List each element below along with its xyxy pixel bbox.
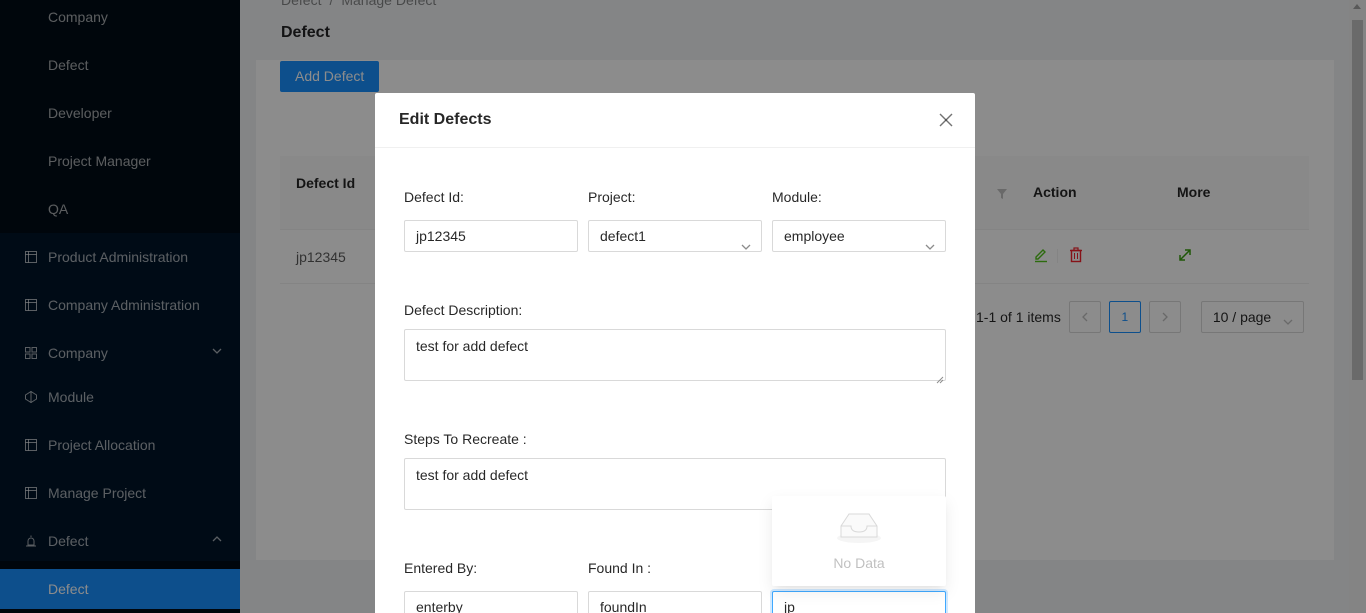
found-in-label: Found In : <box>588 560 652 576</box>
search-select[interactable]: jp <box>772 591 946 613</box>
defect-description-label: Defect Description: <box>404 302 523 318</box>
chevron-down-icon <box>925 231 935 250</box>
defect-description-textarea[interactable]: test for add defect <box>404 329 946 384</box>
project-label: Project: <box>588 189 636 205</box>
module-select[interactable]: employee <box>772 220 946 252</box>
project-select[interactable]: defect1 <box>588 220 762 252</box>
chevron-up-icon <box>925 602 935 612</box>
entered-by-select-value: enterby <box>416 599 463 613</box>
module-select-value: employee <box>784 228 845 244</box>
resize-handle-icon[interactable] <box>936 371 944 384</box>
search-select-value: jp <box>784 599 795 613</box>
close-icon[interactable] <box>935 109 957 131</box>
empty-state-text: No Data <box>833 555 885 571</box>
defect-description-value: test for add defect <box>416 338 529 354</box>
chevron-down-icon <box>557 602 567 612</box>
defect-id-label: Defect Id: <box>404 189 464 205</box>
defect-id-input[interactable]: jp12345 <box>404 220 578 252</box>
empty-inbox-icon <box>835 508 883 544</box>
project-select-value: defect1 <box>600 228 646 244</box>
module-label: Module: <box>772 189 822 205</box>
steps-to-recreate-label: Steps To Recreate : <box>404 431 527 447</box>
chevron-down-icon <box>741 602 751 612</box>
steps-to-recreate-value: test for add defect <box>416 467 529 483</box>
entered-by-label: Entered By: <box>404 560 478 576</box>
found-in-select[interactable]: foundIn <box>588 591 762 613</box>
modal-header: Edit Defects <box>375 93 975 148</box>
found-in-select-value: foundIn <box>600 599 647 613</box>
modal-title: Edit Defects <box>399 111 492 128</box>
entered-by-select[interactable]: enterby <box>404 591 578 613</box>
chevron-down-icon <box>741 231 751 250</box>
select-dropdown: No Data <box>772 496 946 586</box>
